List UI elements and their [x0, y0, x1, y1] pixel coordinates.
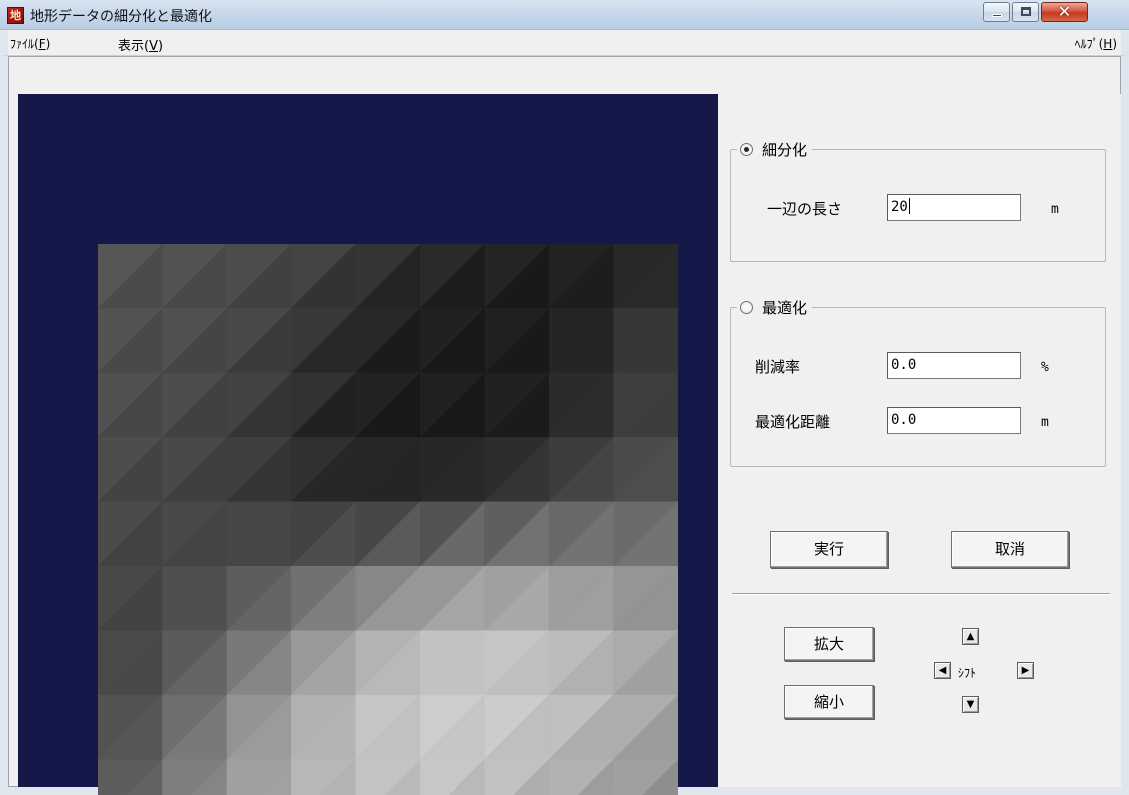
menu-help-suffix: )	[1112, 37, 1117, 51]
terrain-mesh	[98, 244, 678, 795]
close-icon: ✕	[1057, 2, 1072, 21]
divider	[732, 593, 1110, 595]
title-bar: 地 地形データの細分化と最適化 ✕	[0, 0, 1129, 30]
minimize-button[interactable]	[983, 2, 1010, 22]
optimization-distance-unit: m	[1041, 415, 1049, 430]
optimization-distance-label: 最適化距離	[755, 413, 831, 431]
reduction-rate-input[interactable]: 0.0	[887, 352, 1021, 379]
arrow-down-icon: ▼	[966, 699, 975, 710]
terrain-viewport[interactable]	[18, 94, 718, 795]
run-button[interactable]: 実行	[770, 531, 888, 568]
cancel-button[interactable]: 取消	[951, 531, 1069, 568]
zoom-in-button[interactable]: 拡大	[784, 627, 874, 661]
edge-length-value: 20	[891, 199, 908, 215]
maximize-icon	[1021, 7, 1031, 16]
menu-file-mnemonic: F	[38, 37, 46, 51]
optimization-option[interactable]: 最適化	[737, 297, 813, 318]
shift-right-button[interactable]: ▶	[1017, 662, 1034, 679]
zoom-out-button[interactable]: 縮小	[784, 685, 874, 719]
control-panel: 細分化 一辺の長さ 20 m 最適化 削減率 0.0 % 最適化距離 0.0 m…	[718, 94, 1121, 787]
menu-help[interactable]: ﾍﾙﾌﾟ(H)	[1075, 35, 1117, 52]
arrow-up-icon: ▲	[966, 631, 975, 642]
optimization-label: 最適化	[762, 299, 808, 317]
window-title: 地形データの細分化と最適化	[30, 9, 212, 25]
minimize-icon	[992, 14, 1002, 17]
subdivision-radio[interactable]	[740, 143, 753, 156]
edge-length-input[interactable]: 20	[887, 194, 1021, 221]
text-caret	[908, 198, 910, 214]
edge-length-label: 一辺の長さ	[767, 200, 843, 218]
menu-view[interactable]: 表示(V)	[118, 35, 163, 54]
menu-file[interactable]: ﾌｧｲﾙ(F)	[10, 35, 50, 52]
menu-help-label: ﾍﾙﾌﾟ(	[1074, 37, 1104, 51]
optimization-distance-input[interactable]: 0.0	[887, 407, 1021, 434]
menu-file-suffix: )	[45, 37, 51, 51]
app-icon: 地	[7, 7, 24, 24]
shift-up-button[interactable]: ▲	[962, 628, 979, 645]
menu-help-mnemonic: H	[1103, 37, 1113, 51]
shift-down-button[interactable]: ▼	[962, 696, 979, 713]
arrow-left-icon: ◀	[938, 665, 947, 676]
shift-left-button[interactable]: ◀	[934, 662, 951, 679]
edge-length-unit: m	[1051, 202, 1059, 217]
arrow-right-icon: ▶	[1021, 665, 1030, 676]
menu-view-mnemonic: V	[149, 39, 158, 54]
reduction-rate-unit: %	[1041, 360, 1049, 375]
subdivision-label: 細分化	[762, 141, 808, 159]
shift-label: ｼﾌﾄ	[958, 666, 977, 680]
subdivision-group: 細分化 一辺の長さ 20 m	[730, 139, 1106, 262]
menu-view-label: 表示(	[118, 39, 150, 54]
menu-file-label: ﾌｧｲﾙ(	[10, 37, 39, 51]
reduction-rate-label: 削減率	[755, 358, 801, 376]
maximize-button[interactable]	[1012, 2, 1039, 22]
optimization-radio[interactable]	[740, 301, 753, 314]
optimization-group: 最適化 削減率 0.0 % 最適化距離 0.0 m	[730, 297, 1106, 467]
close-button[interactable]: ✕	[1041, 2, 1088, 22]
menu-view-suffix: )	[157, 39, 164, 54]
subdivision-option[interactable]: 細分化	[737, 139, 813, 160]
menu-bar: ﾌｧｲﾙ(F) 表示(V) ﾍﾙﾌﾟ(H)	[0, 30, 1129, 56]
